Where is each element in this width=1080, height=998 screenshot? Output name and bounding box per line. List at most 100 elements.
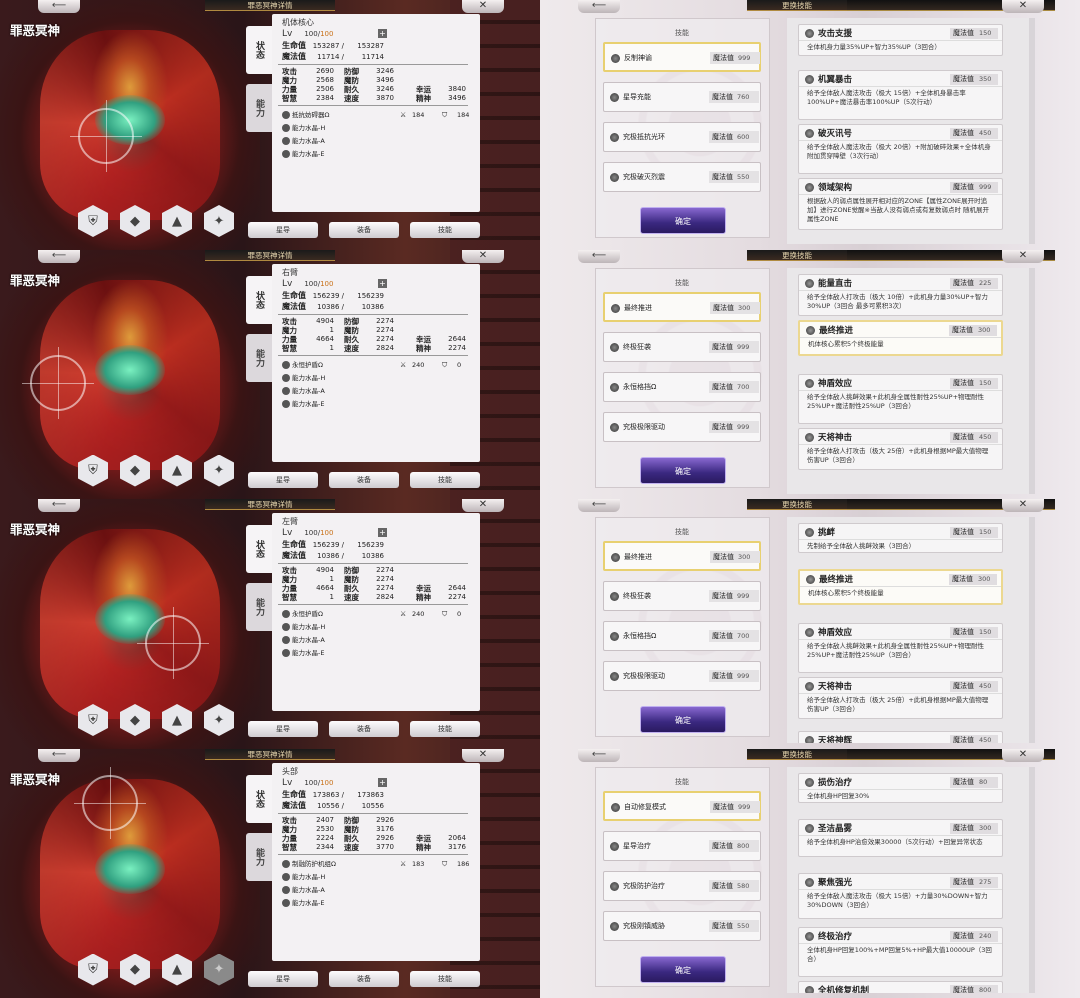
- level-up-button[interactable]: +: [378, 777, 387, 787]
- tab-ability[interactable]: 能力: [246, 333, 272, 382]
- back-button[interactable]: ⟵: [578, 748, 620, 762]
- equipped-skill-slot[interactable]: 究极刚镇威胁 魔法值 550: [603, 910, 761, 941]
- equipment-item[interactable]: 能力水晶-H: [282, 122, 472, 135]
- skill-card[interactable]: 神盾效应 魔法值 150 给予全体敌人挑衅效果+此机身全属性耐性25%UP+物理耐性2…: [798, 623, 1003, 673]
- equipped-skill-slot[interactable]: 究极极限驱动 魔法值 999: [603, 411, 761, 442]
- equipment-item[interactable]: 制融防护机组Ω ⚔ 183 ⛉ 186: [282, 858, 472, 871]
- skill-card[interactable]: 圣洁晶雾 魔法值 300 给予全体机身HP治愈效果30000（5次行动）+回复异常状态: [798, 818, 1003, 857]
- close-button[interactable]: ✕: [1002, 499, 1044, 512]
- equipped-skill-slot[interactable]: 最终推进 魔法值 300: [603, 541, 761, 571]
- confirm-button[interactable]: 确定: [640, 955, 726, 983]
- level-up-button[interactable]: +: [378, 29, 387, 38]
- arm-part-icon[interactable]: ◆: [120, 205, 150, 237]
- equipment-item[interactable]: 永恒护盾Ω ⚔ 240 ⛉ 0: [282, 359, 472, 372]
- part-target-reticle[interactable]: [137, 607, 209, 679]
- skill-card[interactable]: 最终推进 魔法值 300 机体核心累积5个终极能量: [798, 319, 1003, 356]
- close-button[interactable]: ✕: [1002, 249, 1044, 263]
- skill-card[interactable]: 挑衅 魔法值 150 先制给予全体敌人挑衅效果（3回合）: [798, 523, 1003, 553]
- skill-card[interactable]: 破灭讯号 魔法值 450 给予全体敌人魔法攻击（极大 20倍）+附加破碎效果+全体机身…: [798, 124, 1003, 174]
- equipment-item[interactable]: 能力水晶-H: [282, 372, 472, 385]
- equipped-skill-slot[interactable]: 究极防护治疗 魔法值 580: [603, 870, 761, 901]
- equipment-item[interactable]: 永恒护盾Ω ⚔ 240 ⛉ 0: [282, 608, 472, 621]
- close-button[interactable]: ✕: [462, 249, 504, 263]
- confirm-button[interactable]: 确定: [640, 456, 726, 484]
- equipped-skill-slot[interactable]: 终极狂袭 魔法值 999: [603, 331, 761, 362]
- equipment-item[interactable]: 能力水晶-H: [282, 621, 472, 634]
- arm-part-icon[interactable]: ▲: [162, 704, 192, 736]
- skill-button[interactable]: 技能: [410, 222, 480, 238]
- skill-card[interactable]: 能量直击 魔法值 225 给予全体敌人打攻击（极大 10倍）+此机身力量30%UP+智…: [798, 273, 1003, 316]
- tab-status[interactable]: 状态: [246, 774, 272, 823]
- core-part-icon[interactable]: ✦: [204, 454, 234, 487]
- equipped-skill-slot[interactable]: 永恒格挡Ω 魔法值 700: [603, 621, 761, 651]
- star-guide-button[interactable]: 星导: [248, 721, 318, 737]
- arm-part-icon[interactable]: ▲: [162, 205, 192, 237]
- level-up-button[interactable]: +: [378, 278, 387, 288]
- equipment-item[interactable]: 能力水晶-A: [282, 884, 472, 897]
- core-part-icon[interactable]: ✦: [204, 704, 234, 736]
- tab-status[interactable]: 状态: [246, 26, 272, 74]
- equipped-skill-slot[interactable]: 星导充能 魔法值 760: [603, 82, 761, 112]
- skill-card[interactable]: 机翼暴击 魔法值 350 给予全体敌人魔法攻击（极大 15倍）+全体机身暴击率100%…: [798, 70, 1003, 120]
- skill-card[interactable]: 损伤治疗 魔法值 80 全体机身HP回复30%: [798, 772, 1003, 803]
- equipped-skill-slot[interactable]: 最终推进 魔法值 300: [603, 291, 761, 322]
- back-button[interactable]: ⟵: [578, 499, 620, 512]
- head-part-icon[interactable]: ⛨: [78, 205, 108, 237]
- skill-card[interactable]: 终极治疗 魔法值 240 全体机身HP回复100%+MP回复5%+HP最大值10000…: [798, 926, 1003, 977]
- head-part-icon[interactable]: ⛨: [78, 704, 108, 736]
- equipped-skill-slot[interactable]: 究极抵抗光环 魔法值 600: [603, 122, 761, 152]
- equip-button[interactable]: 装备: [329, 471, 399, 488]
- head-part-icon[interactable]: ⛨: [78, 953, 108, 986]
- equipment-item[interactable]: 能力水晶-A: [282, 385, 472, 398]
- close-button[interactable]: ✕: [462, 748, 504, 762]
- tab-status[interactable]: 状态: [246, 275, 272, 324]
- star-guide-button[interactable]: 星导: [248, 970, 318, 987]
- equipped-skill-slot[interactable]: 反制神谕 魔法值 999: [603, 42, 761, 72]
- skill-button[interactable]: 技能: [410, 721, 480, 737]
- close-button[interactable]: ✕: [1002, 0, 1044, 13]
- tab-ability[interactable]: 能力: [246, 84, 272, 132]
- back-button[interactable]: ⟵: [38, 499, 80, 512]
- equipment-item[interactable]: 能力水晶-E: [282, 647, 472, 660]
- star-guide-button[interactable]: 星导: [248, 222, 318, 238]
- star-guide-button[interactable]: 星导: [248, 471, 318, 488]
- skill-card[interactable]: 天将神击 魔法值 450 给予全体敌人打攻击（极大 25倍）+此机身根据MP最大值物理…: [798, 677, 1003, 719]
- equipped-skill-slot[interactable]: 究极极限驱动 魔法值 999: [603, 661, 761, 691]
- confirm-button[interactable]: 确定: [640, 706, 726, 733]
- core-part-icon[interactable]: ✦: [204, 205, 234, 237]
- back-button[interactable]: ⟵: [38, 748, 80, 762]
- skill-card[interactable]: 全机修复机制 魔法值 800: [798, 980, 1003, 993]
- skill-card[interactable]: 最终推进 魔法值 300 机体核心累积5个终极能量: [798, 569, 1003, 605]
- close-button[interactable]: ✕: [462, 0, 504, 13]
- skill-card[interactable]: 聚焦强光 魔法值 275 给予全体敌人魔法攻击（极大 15倍）+力量30%DOWN+智…: [798, 872, 1003, 919]
- part-target-reticle[interactable]: [70, 100, 142, 172]
- close-button[interactable]: ✕: [462, 499, 504, 512]
- arm-part-icon[interactable]: ◆: [120, 454, 150, 487]
- skill-button[interactable]: 技能: [410, 471, 480, 488]
- skill-card[interactable]: 攻击支援 魔法值 150 全体机身力量35%UP+智力35%UP（3回合）: [798, 24, 1003, 56]
- equipped-skill-slot[interactable]: 永恒格挡Ω 魔法值 700: [603, 371, 761, 402]
- skill-button[interactable]: 技能: [410, 970, 480, 987]
- arm-part-icon[interactable]: ▲: [162, 454, 192, 487]
- back-button[interactable]: ⟵: [38, 249, 80, 263]
- core-part-icon[interactable]: ✦: [204, 953, 234, 986]
- equipment-item[interactable]: 能力水晶-A: [282, 634, 472, 647]
- level-up-button[interactable]: +: [378, 528, 387, 537]
- equipment-item[interactable]: 能力水晶-E: [282, 897, 472, 910]
- skill-card[interactable]: 天将神辉 魔法值 450: [798, 731, 1003, 743]
- back-button[interactable]: ⟵: [38, 0, 80, 13]
- equipped-skill-slot[interactable]: 究极破灭烈震 魔法值 550: [603, 162, 761, 192]
- skill-card[interactable]: 领域架构 魔法值 999 根据敌人的弱点属性展开相对应的ZONE【属性ZONE展开时追…: [798, 178, 1003, 230]
- tab-status[interactable]: 状态: [246, 525, 272, 573]
- head-part-icon[interactable]: ⛨: [78, 454, 108, 487]
- equip-button[interactable]: 装备: [329, 222, 399, 238]
- equipment-item[interactable]: 能力水晶-E: [282, 398, 472, 411]
- equipment-item[interactable]: 能力水晶-E: [282, 148, 472, 161]
- part-target-reticle[interactable]: [22, 347, 94, 419]
- equipped-skill-slot[interactable]: 自动修复模式 魔法值 999: [603, 790, 761, 821]
- arm-part-icon[interactable]: ◆: [120, 953, 150, 986]
- confirm-button[interactable]: 确定: [640, 207, 726, 234]
- equip-button[interactable]: 装备: [329, 721, 399, 737]
- back-button[interactable]: ⟵: [578, 249, 620, 263]
- close-button[interactable]: ✕: [1002, 748, 1044, 762]
